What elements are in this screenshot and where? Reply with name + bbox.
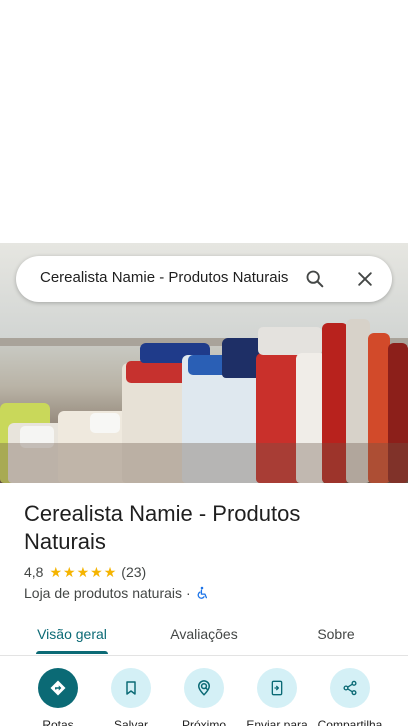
active-tab-indicator [36,651,108,654]
send-to-phone-icon [271,680,283,696]
nearby-button-circle[interactable] [184,668,224,708]
search-icon [306,270,324,288]
rating-stars: ★ ★ ★ ★ ★ [49,565,116,579]
rating-row[interactable]: 4,8 ★ ★ ★ ★ ★ (23) [24,563,146,581]
search-bar[interactable]: Cerealista Namie - Produtos Naturais [16,256,392,302]
star-icon: ★ [103,564,117,580]
bookmark-icon [126,681,136,695]
search-query[interactable]: Cerealista Namie - Produtos Naturais [40,269,304,286]
save-button[interactable]: Salvar [94,668,168,726]
search-button[interactable] [300,264,330,294]
directions-label: Rotas [42,718,74,726]
save-label: Salvar [113,718,148,726]
place-title: Cerealista Namie - Produtos Naturais [24,501,301,554]
separator-dot: · [186,585,191,601]
directions-icon [50,680,66,696]
photo-jar-cap [90,413,120,433]
place-category: Loja de produtos naturais [24,585,182,601]
category-row: Loja de produtos naturais · [24,584,209,602]
nearby-button[interactable]: Próximo [167,668,241,726]
tab-about[interactable]: Sobre [288,612,384,656]
action-bar: Rotas Salvar Próximo Enviar para Compart… [0,668,408,726]
review-count[interactable]: (23) [121,564,146,580]
star-icon: ★ [90,564,103,580]
clear-button[interactable] [350,264,380,294]
rating-value: 4,8 [24,564,44,580]
map-area-blank [0,0,408,243]
directions-button[interactable]: Rotas [21,668,95,726]
star-icon: ★ [63,564,76,580]
share-icon [343,680,357,696]
tab-bar: Visão geral Avaliações Sobre [0,612,408,656]
send-to-phone-button[interactable]: Enviar para [240,668,314,726]
send-to-phone-label: Enviar para [246,718,308,726]
photo-shelf-bottom [0,443,408,483]
photo-jar-cap [258,327,322,355]
share-button[interactable]: Compartilha [313,668,387,726]
directions-button-circle[interactable] [38,668,78,708]
tab-overview[interactable]: Visão geral [24,612,120,656]
nearby-label: Próximo [181,718,226,726]
close-icon [358,272,372,286]
send-to-phone-button-circle[interactable] [257,668,297,708]
star-icon: ★ [76,564,90,580]
nearby-icon [197,680,211,696]
tab-reviews[interactable]: Avaliações [156,612,252,656]
share-label: Compartilha [317,718,383,726]
save-button-circle[interactable] [111,668,151,708]
wheelchair-accessible-icon [197,586,207,599]
star-icon: ★ [49,564,63,580]
share-button-circle[interactable] [330,668,370,708]
